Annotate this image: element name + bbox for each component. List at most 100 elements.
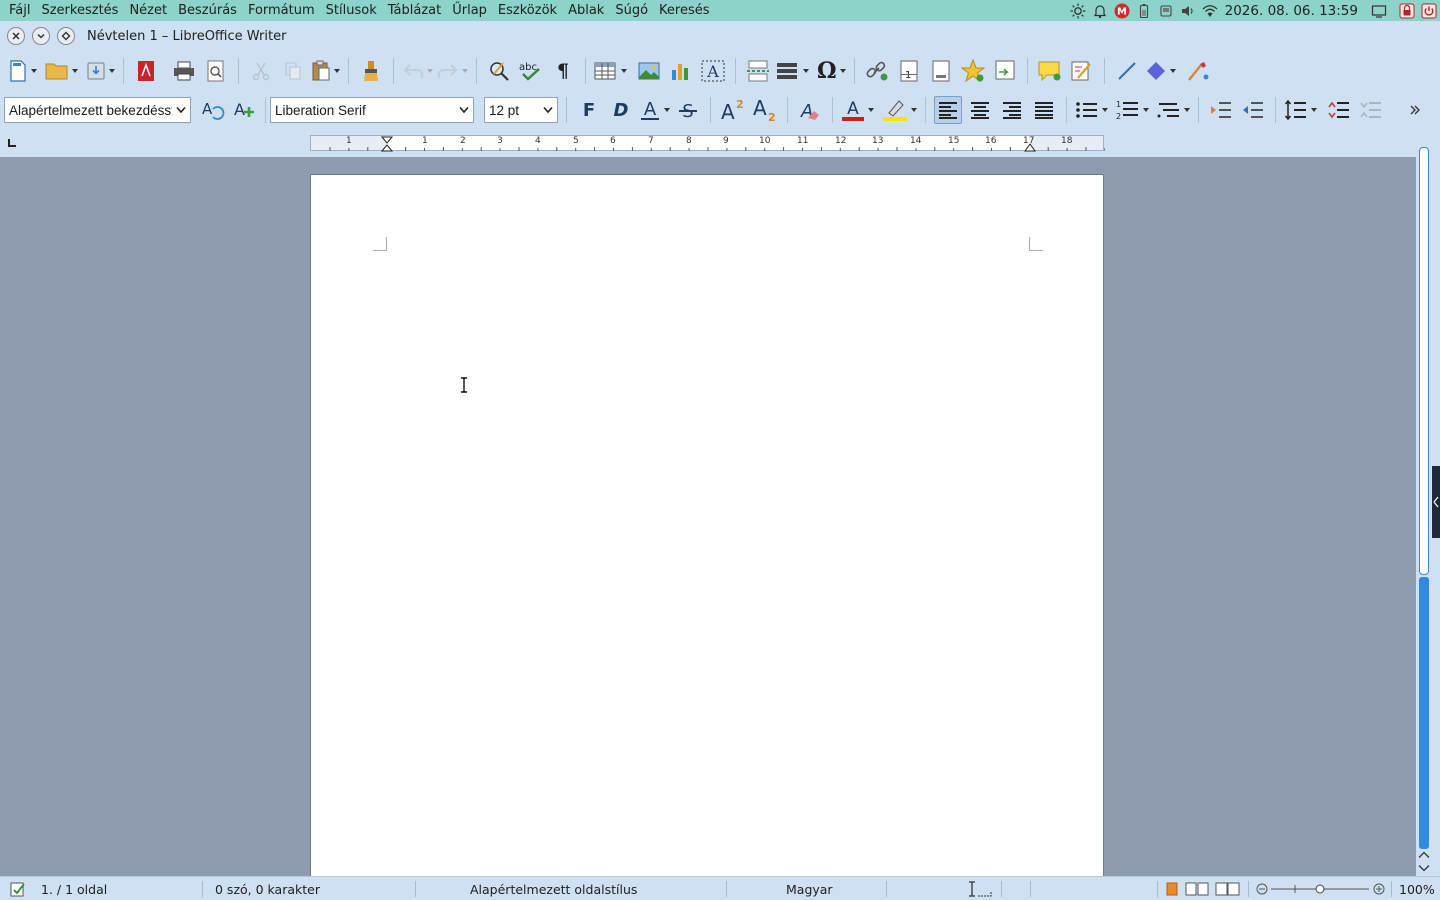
horizontal-ruler[interactable]: 1 1 2 3 4 5 6 7 8 9 10 11 12 13 14 15 16… — [310, 135, 1105, 152]
menu-file[interactable]: Fájl — [4, 0, 35, 21]
word-count[interactable]: 0 szó, 0 karakter — [215, 877, 320, 900]
zoom-slider[interactable] — [1271, 877, 1369, 900]
insert-cross-reference-button[interactable] — [991, 57, 1019, 85]
lock-icon[interactable] — [1398, 2, 1416, 20]
highlight-color-button[interactable] — [882, 96, 917, 124]
update-style-button[interactable]: A — [199, 96, 227, 124]
chevron-down-icon[interactable] — [539, 98, 557, 122]
insert-bookmark-button[interactable] — [959, 57, 987, 85]
single-page-view-icon[interactable] — [1166, 877, 1178, 900]
copy-button[interactable] — [279, 57, 307, 85]
chevron-down-icon[interactable] — [172, 98, 190, 122]
chevron-down-icon[interactable] — [455, 98, 473, 122]
insert-hyperlink-button[interactable] — [863, 57, 891, 85]
basic-shapes-button[interactable] — [1145, 57, 1176, 85]
insert-line-button[interactable] — [1113, 57, 1141, 85]
insert-chart-button[interactable] — [667, 57, 695, 85]
scrollbar-track[interactable] — [1419, 577, 1429, 849]
menu-format[interactable]: Formátum — [243, 0, 320, 21]
scrollbar-thumb[interactable] — [1419, 147, 1429, 575]
insert-footnote-button[interactable]: 1 — [895, 57, 923, 85]
font-size-select[interactable]: 12 pt — [484, 97, 558, 123]
align-center-button[interactable] — [966, 96, 994, 124]
open-button[interactable] — [45, 57, 78, 85]
clone-formatting-button[interactable] — [357, 57, 385, 85]
insert-textbox-button[interactable]: A — [699, 57, 727, 85]
undo-button[interactable] — [402, 57, 433, 85]
menu-window[interactable]: Ablak — [563, 0, 609, 21]
menu-tools[interactable]: Eszközök — [493, 0, 562, 21]
insert-page-break-button[interactable] — [744, 57, 772, 85]
minimize-icon[interactable] — [32, 27, 50, 45]
menu-insert[interactable]: Beszúrás — [173, 0, 242, 21]
maximize-icon[interactable] — [57, 27, 75, 45]
draw-functions-button[interactable] — [1184, 57, 1212, 85]
new-style-button[interactable]: A — [231, 96, 259, 124]
page-count[interactable]: 1. / 1 oldal — [41, 877, 107, 900]
align-left-button[interactable] — [934, 96, 962, 124]
find-replace-button[interactable] — [485, 57, 513, 85]
export-pdf-button[interactable] — [132, 57, 160, 85]
decrease-paragraph-spacing-button[interactable] — [1357, 96, 1385, 124]
justify-button[interactable] — [1030, 96, 1058, 124]
battery-icon[interactable] — [1135, 2, 1153, 20]
storage-icon[interactable] — [1157, 2, 1175, 20]
insert-image-button[interactable] — [635, 57, 663, 85]
bell-icon[interactable] — [1091, 2, 1109, 20]
menu-edit[interactable]: Szerkesztés — [36, 0, 123, 21]
scroll-up-icon[interactable] — [1418, 851, 1430, 859]
right-indent-marker[interactable] — [1024, 142, 1036, 152]
bold-button[interactable]: F — [575, 96, 603, 124]
track-changes-button[interactable] — [1068, 57, 1096, 85]
menu-view[interactable]: Nézet — [124, 0, 172, 21]
align-right-button[interactable] — [998, 96, 1026, 124]
spelling-button[interactable]: abc — [517, 57, 545, 85]
zoom-level[interactable]: 100% — [1399, 877, 1435, 900]
mail-badge-icon[interactable]: M — [1113, 2, 1131, 20]
tab-stop-type-icon[interactable] — [8, 139, 16, 147]
paste-button[interactable] — [311, 57, 340, 85]
zoom-slider-knob[interactable] — [1315, 884, 1325, 894]
page-style[interactable]: Alapértelmezett oldalstílus — [470, 877, 637, 900]
zoom-in-icon[interactable] — [1373, 877, 1385, 900]
document-modified-icon[interactable] — [10, 877, 26, 900]
brightness-icon[interactable] — [1069, 2, 1087, 20]
redo-button[interactable] — [437, 57, 468, 85]
book-view-icon[interactable] — [1215, 877, 1241, 900]
increase-paragraph-spacing-button[interactable] — [1325, 96, 1353, 124]
print-button[interactable] — [170, 57, 198, 85]
paragraph-style-select[interactable]: Alapértelmezett bekezdésstílus — [4, 97, 191, 123]
outline-list-button[interactable] — [1157, 96, 1190, 124]
cut-button[interactable] — [247, 57, 275, 85]
insert-mode-icon[interactable] — [967, 877, 993, 900]
save-button[interactable] — [86, 57, 115, 85]
menu-form[interactable]: Űrlap — [447, 0, 492, 21]
increase-indent-button[interactable] — [1207, 96, 1235, 124]
volume-icon[interactable] — [1179, 2, 1197, 20]
insert-table-button[interactable] — [594, 57, 627, 85]
print-preview-button[interactable] — [202, 57, 230, 85]
clock[interactable]: 2026. 08. 06. 13:59 — [1225, 3, 1358, 19]
subscript-button[interactable]: A2 — [751, 96, 779, 124]
scroll-down-icon[interactable] — [1418, 864, 1430, 872]
insert-endnote-button[interactable] — [927, 57, 955, 85]
clear-formatting-button[interactable]: A — [796, 96, 824, 124]
strikethrough-button[interactable]: S — [674, 96, 702, 124]
close-icon[interactable] — [7, 27, 25, 45]
zoom-out-icon[interactable] — [1256, 877, 1268, 900]
line-spacing-button[interactable] — [1284, 96, 1317, 124]
unordered-list-button[interactable] — [1075, 96, 1108, 124]
menu-table[interactable]: Táblázat — [383, 0, 446, 21]
toolbar-overflow-icon[interactable] — [1401, 96, 1429, 124]
insert-comment-button[interactable] — [1036, 57, 1064, 85]
new-document-button[interactable] — [8, 57, 37, 85]
multi-page-view-icon[interactable] — [1185, 877, 1209, 900]
decrease-indent-button[interactable] — [1239, 96, 1267, 124]
font-name-select[interactable]: Liberation Serif — [270, 97, 474, 123]
document-area[interactable] — [0, 157, 1416, 876]
superscript-button[interactable]: A2 — [719, 96, 747, 124]
sidebar-handle[interactable] — [1432, 466, 1440, 538]
insert-field-button[interactable] — [776, 57, 809, 85]
underline-button[interactable]: A — [639, 96, 670, 124]
ordered-list-button[interactable]: 12 — [1116, 96, 1149, 124]
